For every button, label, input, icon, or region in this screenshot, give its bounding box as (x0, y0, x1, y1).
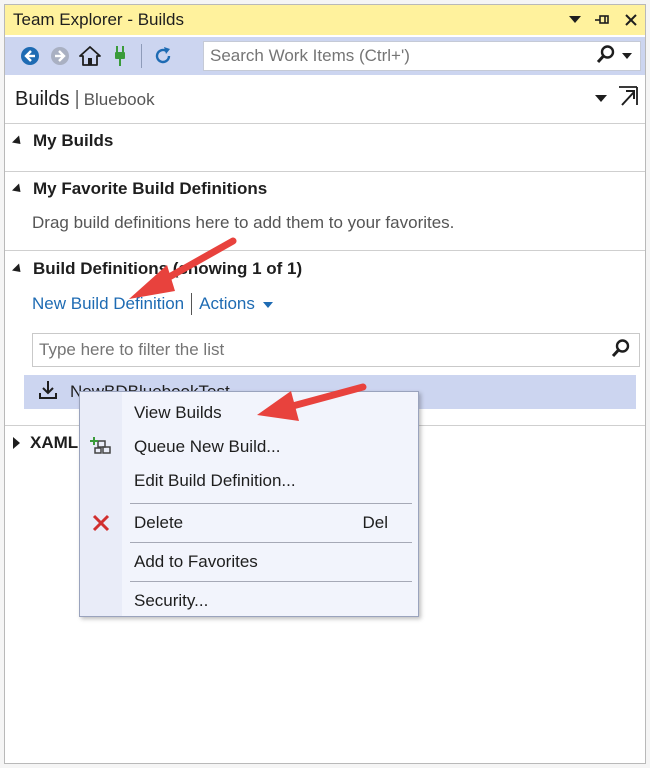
back-icon[interactable] (15, 41, 45, 71)
header-divider: | (74, 87, 80, 110)
close-icon[interactable] (617, 5, 645, 35)
context-menu: View Builds Queue New Build... Edit Buil… (79, 391, 419, 617)
page-title: Builds (15, 87, 70, 110)
menu-item-label: Add to Favorites (134, 552, 258, 571)
section-label: My Favorite Build Definitions (33, 179, 268, 198)
refresh-icon[interactable] (148, 41, 178, 71)
favorites-hint: Drag build definitions here to add them … (32, 213, 455, 232)
menu-item-shortcut: Del (362, 513, 388, 532)
queue-build-icon (80, 437, 122, 457)
menu-item-view-builds[interactable]: View Builds (80, 396, 418, 430)
menu-separator (130, 581, 412, 582)
menu-item-label: Edit Build Definition... (134, 471, 296, 490)
build-definition-icon (38, 380, 58, 405)
menu-item-label: Queue New Build... (134, 437, 281, 456)
search-box[interactable] (203, 41, 641, 71)
section-xaml[interactable]: XAML (13, 433, 78, 453)
window-title: Team Explorer - Builds (13, 10, 185, 29)
section-label: XAML (30, 433, 79, 452)
page-dropdown-icon[interactable] (595, 90, 607, 108)
menu-item-label: Security... (134, 591, 209, 610)
menu-item-add-to-favorites[interactable]: Add to Favorites (80, 545, 418, 579)
title-bar: Team Explorer - Builds (5, 5, 645, 35)
toolbar (5, 37, 645, 75)
menu-item-security[interactable]: Security... (80, 584, 418, 618)
delete-icon (80, 514, 122, 532)
section-my-builds[interactable]: My Builds (11, 131, 114, 151)
project-name: Bluebook (83, 90, 155, 109)
menu-item-label: View Builds (134, 403, 222, 422)
team-explorer-window: Team Explorer - Builds Search Work Items… (4, 4, 646, 764)
new-build-definition-link[interactable]: New Build Definition (32, 294, 184, 314)
search-icon[interactable] (611, 338, 639, 363)
home-icon[interactable] (75, 41, 105, 71)
expanded-arrow-icon (11, 262, 25, 276)
section-build-definitions[interactable]: Build Definitions (showing 1 of 1) (11, 259, 303, 279)
actions-menu-link[interactable]: Actions (199, 294, 273, 314)
filter-input[interactable] (33, 340, 611, 360)
section-divider (5, 250, 645, 251)
menu-item-label: Delete (134, 513, 184, 532)
section-label: My Builds (33, 131, 114, 150)
search-icon[interactable] (596, 44, 616, 69)
page-header: Builds | Bluebook (5, 77, 645, 121)
expanded-arrow-icon (11, 182, 25, 196)
pin-icon[interactable] (589, 5, 617, 35)
collapsed-arrow-icon (13, 437, 20, 449)
dropdown-icon[interactable] (561, 5, 589, 35)
search-input[interactable] (204, 46, 596, 66)
menu-separator (130, 503, 412, 504)
toolbar-separator (141, 44, 142, 68)
expanded-arrow-icon (11, 134, 25, 148)
search-options-icon[interactable] (622, 47, 632, 65)
caret-down-icon (262, 301, 273, 308)
section-label: Build Definitions (showing 1 of 1) (33, 259, 303, 278)
link-separator (191, 293, 193, 315)
section-divider (5, 171, 645, 172)
undock-icon[interactable] (617, 85, 639, 112)
menu-item-queue-new-build[interactable]: Queue New Build... (80, 430, 418, 464)
menu-item-edit-build-definition[interactable]: Edit Build Definition... (80, 464, 418, 498)
menu-item-delete[interactable]: Delete Del (80, 506, 418, 540)
filter-box[interactable] (32, 333, 640, 367)
menu-separator (130, 542, 412, 543)
header-divider-line (5, 123, 645, 124)
forward-icon[interactable] (45, 41, 75, 71)
connect-icon[interactable] (105, 41, 135, 71)
section-favorite-definitions[interactable]: My Favorite Build Definitions (11, 179, 268, 199)
definition-actions: New Build Definition Actions (32, 293, 273, 315)
actions-label: Actions (199, 294, 255, 313)
